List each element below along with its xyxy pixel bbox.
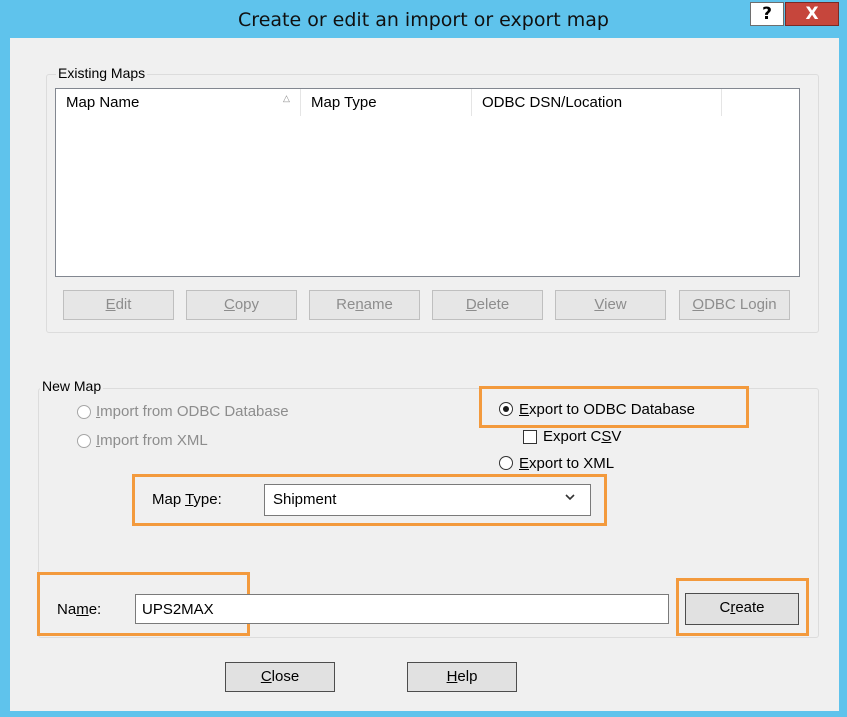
new-map-label: New Map (40, 378, 104, 394)
column-header-map-type[interactable]: Map Type (301, 89, 472, 116)
export-csv-checkbox[interactable] (523, 430, 537, 444)
name-input[interactable] (135, 594, 669, 624)
export-xml-radio[interactable] (499, 456, 513, 470)
delete-button[interactable]: Delete (432, 290, 543, 320)
window-border-left (0, 0, 10, 717)
odbc-login-button[interactable]: ODBC Login (679, 290, 790, 320)
edit-button[interactable]: Edit (63, 290, 174, 320)
maps-list[interactable] (55, 88, 800, 277)
column-header-odbc-dsn[interactable]: ODBC DSN/Location (472, 89, 722, 116)
rename-button[interactable]: Rename (309, 290, 420, 320)
window-title: Create or edit an import or export map (238, 9, 609, 31)
help-icon[interactable]: ? (750, 2, 784, 26)
import-odbc-label: Import from ODBC Database (96, 403, 289, 420)
export-odbc-label: Export to ODBC Database (519, 401, 695, 418)
view-button[interactable]: View (555, 290, 666, 320)
help-button[interactable]: Help (407, 662, 517, 692)
name-label: Name: (57, 601, 102, 618)
map-type-select[interactable]: Shipment (264, 484, 591, 516)
export-csv-label: Export CSV (543, 428, 622, 445)
copy-button[interactable]: Copy (186, 290, 297, 320)
close-icon[interactable]: X (785, 2, 839, 26)
sort-ascending-icon: △ (283, 93, 290, 103)
map-type-label: Map Type: (152, 491, 222, 508)
import-xml-radio[interactable] (77, 434, 91, 448)
window-border-bottom (0, 711, 847, 717)
column-header-map-name[interactable]: Map Name (56, 89, 301, 116)
import-xml-label: Import from XML (96, 432, 208, 449)
create-button[interactable]: Create (685, 593, 799, 625)
export-odbc-radio[interactable] (499, 402, 513, 416)
chevron-down-icon[interactable] (563, 490, 577, 507)
existing-maps-label: Existing Maps (56, 65, 148, 81)
import-odbc-radio[interactable] (77, 405, 91, 419)
close-button[interactable]: Close (225, 662, 335, 692)
export-xml-label: Export to XML (519, 455, 615, 472)
window-border-right (839, 0, 847, 717)
